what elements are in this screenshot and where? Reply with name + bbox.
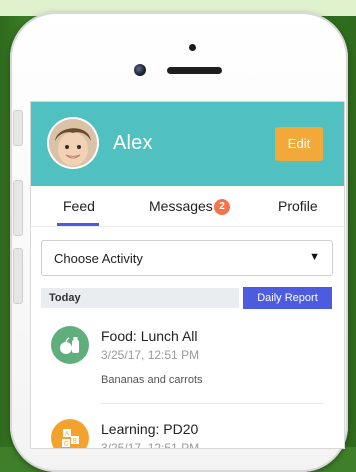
learning-icon: A B C [51, 419, 89, 448]
app-screen: Alex Edit Feed Messages 2 Profile Choose… [30, 101, 345, 449]
list-item[interactable]: A B C Learning: PD20 3/25/17, 12:51 PM [31, 407, 344, 449]
tab-bar: Feed Messages 2 Profile [31, 186, 344, 227]
item-title: Learning: PD20 [101, 421, 199, 437]
svg-text:A: A [65, 432, 69, 438]
active-tab-indicator [57, 223, 99, 226]
earpiece-speaker [167, 67, 222, 74]
front-camera [134, 64, 146, 76]
tab-messages[interactable]: Messages [149, 198, 213, 214]
section-label: Today [49, 292, 81, 304]
profile-header: Alex Edit [31, 102, 344, 186]
daily-report-button[interactable]: Daily Report [243, 287, 332, 309]
avatar[interactable] [49, 119, 97, 167]
tab-feed[interactable]: Feed [63, 198, 95, 214]
edit-button[interactable]: Edit [275, 127, 323, 161]
volume-down-button [13, 248, 23, 304]
mute-switch [13, 110, 23, 146]
item-timestamp: 3/25/17, 12:51 PM [101, 348, 200, 362]
sensor-dot [189, 44, 196, 51]
messages-count-badge: 2 [214, 199, 230, 215]
child-name: Alex [113, 132, 153, 154]
item-note: Bananas and carrots [101, 374, 203, 386]
food-icon [51, 326, 89, 364]
svg-text:B: B [73, 439, 77, 445]
tab-profile[interactable]: Profile [278, 198, 318, 214]
date-section-header: Today [41, 288, 239, 308]
item-timestamp: 3/25/17, 12:51 PM [101, 441, 200, 449]
choose-activity-select[interactable]: Choose Activity ▼ [41, 240, 333, 276]
volume-up-button [13, 180, 23, 236]
list-item[interactable]: Food: Lunch All 3/25/17, 12:51 PM Banana… [31, 314, 344, 404]
dropdown-arrow-icon: ▼ [309, 251, 320, 263]
child-photo-icon [49, 119, 97, 167]
item-title: Food: Lunch All [101, 328, 198, 344]
select-value: Choose Activity [54, 251, 143, 266]
divider [101, 403, 323, 404]
